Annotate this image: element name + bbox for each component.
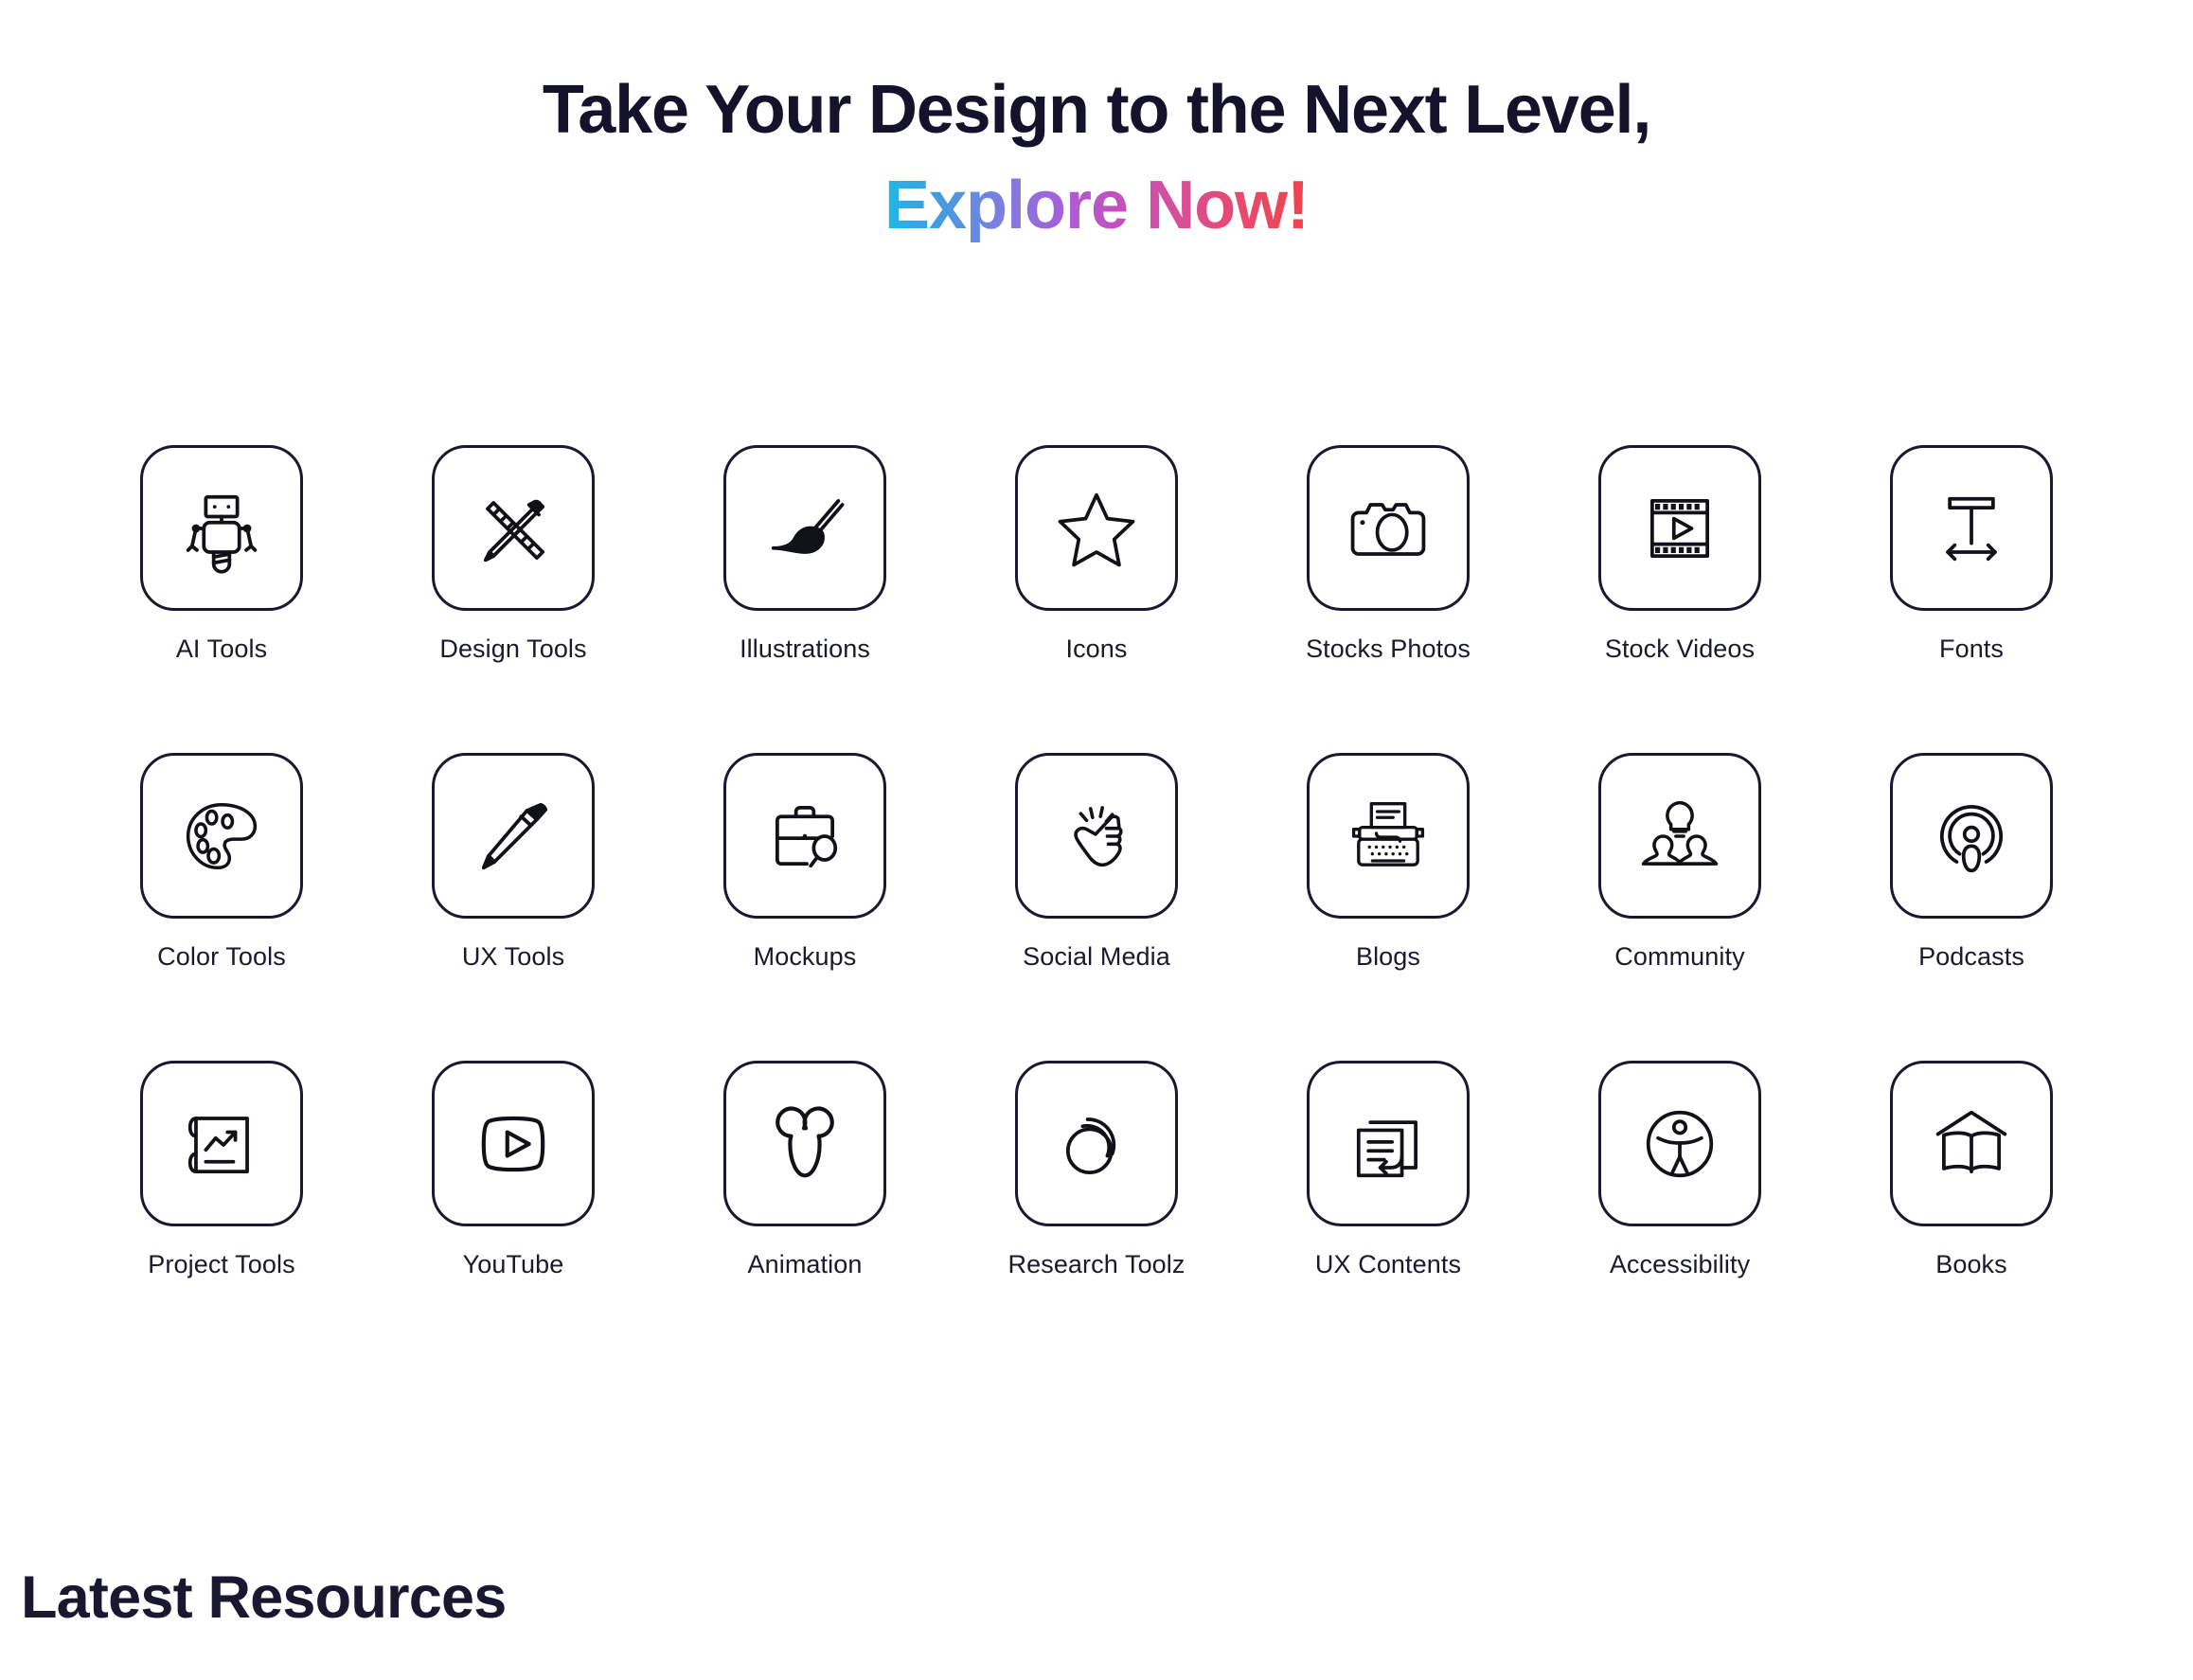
- icon-card[interactable]: [723, 1061, 886, 1226]
- category-item-ux-contents[interactable]: UX Contents: [1307, 1061, 1470, 1368]
- category-label: Project Tools: [148, 1250, 295, 1278]
- category-label: Mockups: [753, 942, 857, 971]
- category-item-podcasts[interactable]: Podcasts: [1890, 753, 2053, 1061]
- category-item-animation[interactable]: Animation: [723, 1061, 886, 1368]
- category-label: Accessibility: [1609, 1250, 1751, 1278]
- briefcase-search-icon: [776, 805, 838, 867]
- category-item-icons[interactable]: Icons: [1015, 445, 1178, 753]
- typography-icon: [1946, 496, 1997, 561]
- tap-hand-icon: [1074, 805, 1123, 867]
- icon-card[interactable]: [1015, 445, 1178, 611]
- icon-card[interactable]: [1015, 1061, 1178, 1226]
- hero-title-line-2: Explore Now!: [884, 166, 1310, 246]
- robot-icon: [186, 494, 258, 574]
- category-label: Podcasts: [1918, 942, 2024, 971]
- category-item-social-media[interactable]: Social Media: [1015, 753, 1178, 1061]
- category-label: Social Media: [1023, 942, 1170, 971]
- icon-card[interactable]: [723, 753, 886, 919]
- ruler-pencil-icon: [484, 499, 545, 562]
- category-row: Color Tools UX Tools Mockups Social Medi…: [140, 753, 2053, 1061]
- icon-card[interactable]: [140, 753, 303, 919]
- people-idea-icon: [1641, 800, 1719, 866]
- category-label: Animation: [747, 1250, 863, 1278]
- category-label: Research Toolz: [1007, 1250, 1186, 1278]
- category-item-project-tools[interactable]: Project Tools: [140, 1061, 303, 1368]
- category-item-ai-tools[interactable]: AI Tools: [140, 445, 303, 753]
- category-label: Books: [1935, 1250, 2007, 1278]
- mouse-head-icon: [776, 1106, 834, 1177]
- icon-card[interactable]: [1015, 753, 1178, 919]
- category-label: AI Tools: [175, 634, 268, 663]
- typewriter-icon: [1351, 801, 1425, 867]
- category-item-ux-tools[interactable]: UX Tools: [432, 753, 595, 1061]
- icon-card[interactable]: [1890, 445, 2053, 611]
- category-item-research-toolz[interactable]: Research Toolz: [1008, 1061, 1185, 1368]
- category-label: Stocks Photos: [1306, 634, 1471, 663]
- camera-icon: [1350, 502, 1426, 556]
- icon-card[interactable]: [1890, 1061, 2053, 1226]
- palette-icon: [186, 802, 258, 869]
- category-item-design-tools[interactable]: Design Tools: [432, 445, 595, 753]
- category-item-community[interactable]: Community: [1598, 753, 1761, 1061]
- film-play-icon: [1650, 498, 1709, 558]
- star-icon: [1058, 492, 1135, 566]
- icon-card[interactable]: [1598, 445, 1761, 611]
- stacked-circles-icon: [1065, 1117, 1116, 1174]
- accessibility-icon: [1646, 1110, 1714, 1177]
- category-label: UX Contents: [1314, 1250, 1462, 1278]
- blueprint-chart-icon: [187, 1116, 249, 1173]
- open-book-icon: [1935, 1110, 2007, 1173]
- icon-card[interactable]: [432, 753, 595, 919]
- category-item-color-tools[interactable]: Color Tools: [140, 753, 303, 1061]
- latest-resources-heading: Latest Resources: [21, 1564, 507, 1631]
- icon-card[interactable]: [1598, 753, 1761, 919]
- icon-card[interactable]: [1307, 445, 1470, 611]
- category-grid: AI Tools Design Tools Illustrations Icon…: [140, 445, 2053, 1368]
- hero-heading: Take Your Design to the Next Level, Expl…: [0, 70, 2193, 246]
- paintbrush-icon: [771, 498, 845, 554]
- pencil-icon: [481, 802, 548, 869]
- category-label: Icons: [1065, 634, 1128, 663]
- category-item-stocks-photos[interactable]: Stocks Photos: [1306, 445, 1471, 753]
- category-item-illustrations[interactable]: Illustrations: [723, 445, 886, 753]
- icon-card[interactable]: [1307, 753, 1470, 919]
- icon-card[interactable]: [1598, 1061, 1761, 1226]
- category-row: Project Tools YouTube Animation Research…: [140, 1061, 2053, 1368]
- podcast-icon: [1939, 804, 2004, 872]
- category-item-youtube[interactable]: YouTube: [432, 1061, 595, 1368]
- icon-card[interactable]: [1307, 1061, 1470, 1226]
- category-label: Illustrations: [740, 634, 870, 663]
- category-label: Blogs: [1355, 942, 1421, 971]
- icon-card[interactable]: [723, 445, 886, 611]
- category-item-blogs[interactable]: Blogs: [1307, 753, 1470, 1061]
- youtube-play-icon: [481, 1116, 545, 1171]
- icon-card[interactable]: [432, 1061, 595, 1226]
- category-item-accessibility[interactable]: Accessibility: [1598, 1061, 1761, 1368]
- category-label: Stock Videos: [1604, 634, 1756, 663]
- category-label: Fonts: [1938, 634, 2005, 663]
- hero-title-line-1: Take Your Design to the Next Level,: [542, 72, 1652, 148]
- category-label: Color Tools: [157, 942, 286, 971]
- category-label: Community: [1614, 942, 1745, 971]
- category-item-fonts[interactable]: Fonts: [1890, 445, 2053, 753]
- category-label: Design Tools: [439, 634, 587, 663]
- category-item-mockups[interactable]: Mockups: [723, 753, 886, 1061]
- icon-card[interactable]: [1890, 753, 2053, 919]
- icon-card[interactable]: [140, 1061, 303, 1226]
- icon-card[interactable]: [432, 445, 595, 611]
- page-root: Take Your Design to the Next Level, Expl…: [0, 0, 2193, 1680]
- documents-arrow-icon: [1356, 1119, 1417, 1177]
- category-label: YouTube: [462, 1250, 564, 1278]
- icon-card[interactable]: [140, 445, 303, 611]
- category-item-books[interactable]: Books: [1890, 1061, 2053, 1368]
- category-label: UX Tools: [461, 942, 565, 971]
- category-row: AI Tools Design Tools Illustrations Icon…: [140, 445, 2053, 753]
- category-item-stock-videos[interactable]: Stock Videos: [1598, 445, 1761, 753]
